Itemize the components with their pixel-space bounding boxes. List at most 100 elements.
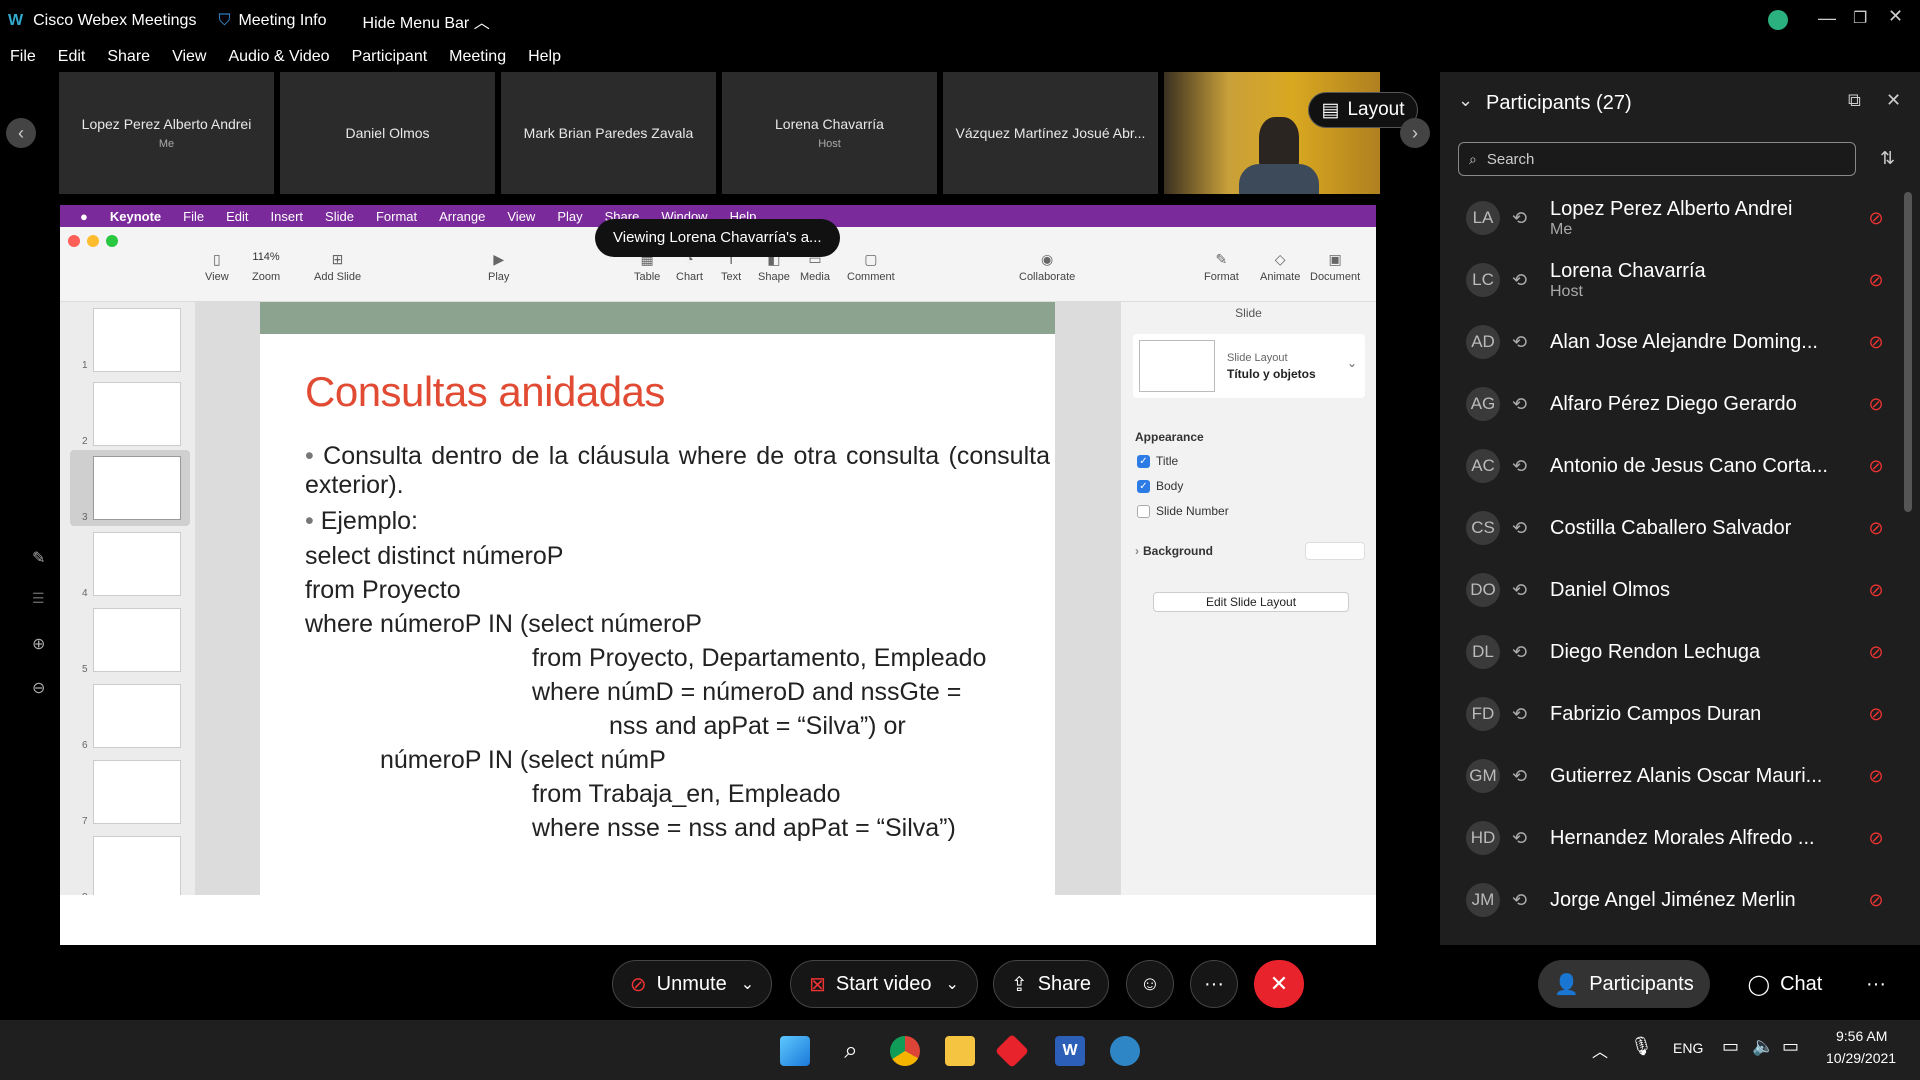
title-checkbox[interactable]: ✓ Title bbox=[1137, 454, 1178, 468]
search-input[interactable]: ⌕ Search bbox=[1458, 142, 1856, 176]
participant-row[interactable]: LA ⟲ Lopez Perez Alberto Andrei Me ⊘ bbox=[1466, 187, 1886, 249]
share-button[interactable]: ⇪ Share bbox=[993, 960, 1109, 1008]
participants-button[interactable]: 👤 Participants bbox=[1538, 960, 1710, 1008]
body-checkbox[interactable]: ✓ Body bbox=[1137, 479, 1183, 493]
sort-icon[interactable]: ⇅ bbox=[1880, 148, 1895, 169]
slide-number-checkbox[interactable]: Slide Number bbox=[1137, 504, 1229, 518]
toolbar-format[interactable]: ✎ Format bbox=[1204, 251, 1239, 283]
windows-start-icon[interactable] bbox=[780, 1036, 810, 1066]
self-video-feed[interactable] bbox=[1164, 72, 1380, 194]
keynote-menu-slide[interactable]: Slide bbox=[325, 209, 354, 224]
chat-button[interactable]: ◯ Chat bbox=[1730, 960, 1840, 1008]
chevron-up-icon[interactable]: ︿ bbox=[1592, 1038, 1608, 1062]
mic-muted-icon[interactable]: ⊘ bbox=[1866, 394, 1886, 415]
microphone-icon[interactable]: 🎙 bbox=[1630, 1036, 1653, 1057]
zoom-in-icon[interactable]: ⊕ bbox=[32, 634, 45, 654]
inspector-tab[interactable]: Slide bbox=[1121, 306, 1376, 320]
close-icon[interactable]: ✕ bbox=[1886, 90, 1901, 111]
toolbar-add-slide[interactable]: ⊞ Add Slide bbox=[314, 251, 361, 283]
toolbar-collaborate[interactable]: ◉ Collaborate bbox=[1019, 251, 1075, 283]
prev-thumbnails-button[interactable]: ‹ bbox=[6, 118, 36, 148]
start-video-button[interactable]: ⊠ Start video ⌄ bbox=[790, 960, 978, 1008]
mic-muted-icon[interactable]: ⊘ bbox=[1866, 208, 1886, 229]
slide-thumbnail[interactable] bbox=[93, 760, 181, 824]
keynote-menu-insert[interactable]: Insert bbox=[271, 209, 304, 224]
keynote-menu-view[interactable]: View bbox=[507, 209, 535, 224]
participant-row[interactable]: GM ⟲ Gutierrez Alanis Oscar Mauri... ⊘ bbox=[1466, 745, 1886, 807]
leave-meeting-button[interactable]: ✕ bbox=[1254, 960, 1304, 1008]
toolbar-animate[interactable]: ◇ Animate bbox=[1260, 251, 1300, 283]
more-options-button[interactable]: ··· bbox=[1190, 960, 1238, 1008]
app-red-icon[interactable] bbox=[995, 1034, 1029, 1068]
clock-time[interactable]: 9:56 AM bbox=[1836, 1028, 1887, 1044]
mic-muted-icon[interactable]: ⊘ bbox=[1866, 766, 1886, 787]
keynote-menu-format[interactable]: Format bbox=[376, 209, 417, 224]
toolbar-document[interactable]: ▣ Document bbox=[1310, 251, 1360, 283]
video-thumbnail[interactable]: Vázquez Martínez Josué Abr... bbox=[943, 72, 1158, 194]
keynote-menu-app[interactable]: Keynote bbox=[110, 209, 161, 224]
keynote-menu-play[interactable]: Play bbox=[557, 209, 582, 224]
mic-muted-icon[interactable]: ⊘ bbox=[1866, 580, 1886, 601]
restore-button[interactable]: ❐ bbox=[1853, 8, 1867, 28]
toolbar-comment[interactable]: ▢ Comment bbox=[847, 251, 895, 283]
participants-scrollbar[interactable] bbox=[1904, 192, 1912, 512]
participant-row[interactable]: CS ⟲ Costilla Caballero Salvador ⊘ bbox=[1466, 497, 1886, 559]
layout-button[interactable]: ▤ Layout bbox=[1308, 92, 1418, 128]
background-color-well[interactable] bbox=[1305, 542, 1365, 560]
search-icon[interactable]: ⌕ bbox=[836, 1036, 866, 1066]
webex-icon[interactable] bbox=[1110, 1036, 1140, 1066]
zoom-out-icon[interactable]: ⊖ bbox=[32, 678, 45, 698]
close-window-button[interactable]: ✕ bbox=[1888, 6, 1903, 27]
toolbar-play[interactable]: ▶ Play bbox=[488, 251, 509, 283]
slide-thumbnail[interactable] bbox=[93, 308, 181, 372]
participant-row[interactable]: FD ⟲ Fabrizio Campos Duran ⊘ bbox=[1466, 683, 1886, 745]
video-thumbnail[interactable]: Lorena Chavarría Host bbox=[722, 72, 937, 194]
reactions-button[interactable]: ☺ bbox=[1126, 960, 1174, 1008]
close-dot[interactable] bbox=[68, 235, 80, 247]
clock-date[interactable]: 10/29/2021 bbox=[1826, 1050, 1896, 1066]
menu-help[interactable]: Help bbox=[528, 48, 561, 66]
keynote-menu-file[interactable]: File bbox=[183, 209, 204, 224]
slide-thumbnail[interactable] bbox=[93, 836, 181, 900]
participant-row[interactable]: DL ⟲ Diego Rendon Lechuga ⊘ bbox=[1466, 621, 1886, 683]
menu-participant[interactable]: Participant bbox=[352, 48, 428, 66]
mic-muted-icon[interactable]: ⊘ bbox=[1866, 828, 1886, 849]
volume-icon[interactable]: 🔈 bbox=[1752, 1036, 1774, 1057]
menu-audio-video[interactable]: Audio & Video bbox=[228, 48, 329, 66]
menu-file[interactable]: File bbox=[10, 48, 36, 66]
mic-muted-icon[interactable]: ⊘ bbox=[1866, 270, 1886, 291]
minimize-dot[interactable] bbox=[87, 235, 99, 247]
word-icon[interactable]: W bbox=[1055, 1036, 1085, 1066]
video-thumbnail[interactable]: Lopez Perez Alberto Andrei Me bbox=[59, 72, 274, 194]
battery-icon[interactable]: ▭ bbox=[1782, 1036, 1799, 1057]
meeting-info-button[interactable]: Meeting Info bbox=[238, 12, 326, 30]
menu-share[interactable]: Share bbox=[107, 48, 150, 66]
participant-row[interactable]: AC ⟲ Antonio de Jesus Cano Corta... ⊘ bbox=[1466, 435, 1886, 497]
annotate-icon[interactable]: ✎ bbox=[32, 548, 45, 568]
zoom-dot[interactable] bbox=[106, 235, 118, 247]
mic-muted-icon[interactable]: ⊘ bbox=[1866, 890, 1886, 911]
mic-muted-icon[interactable]: ⊘ bbox=[1866, 518, 1886, 539]
participant-row[interactable]: AD ⟲ Alan Jose Alejandre Doming... ⊘ bbox=[1466, 311, 1886, 373]
next-thumbnails-button[interactable]: › bbox=[1400, 118, 1430, 148]
language-indicator[interactable]: ENG bbox=[1673, 1040, 1703, 1056]
toolbar-zoom[interactable]: 114% Zoom bbox=[252, 251, 280, 283]
chrome-icon[interactable] bbox=[890, 1036, 920, 1066]
menu-edit[interactable]: Edit bbox=[58, 48, 86, 66]
minimize-button[interactable]: — bbox=[1818, 8, 1836, 29]
slide-thumbnail[interactable] bbox=[93, 684, 181, 748]
slide-thumbnail[interactable] bbox=[93, 456, 181, 520]
participant-row[interactable]: AG ⟲ Alfaro Pérez Diego Gerardo ⊘ bbox=[1466, 373, 1886, 435]
toolbar-view[interactable]: ▯ View bbox=[205, 251, 229, 283]
slide-layout-picker[interactable]: Slide Layout Título y objetos ⌄ bbox=[1133, 334, 1365, 398]
chevron-down-icon[interactable]: ⌄ bbox=[1458, 90, 1473, 111]
current-slide[interactable]: Consultas anidadas • Consulta dentro de … bbox=[260, 302, 1055, 895]
slide-thumbnail[interactable] bbox=[93, 382, 181, 446]
participant-row[interactable]: DO ⟲ Daniel Olmos ⊘ bbox=[1466, 559, 1886, 621]
mic-muted-icon[interactable]: ⊘ bbox=[1866, 642, 1886, 663]
slide-thumbnail[interactable] bbox=[93, 608, 181, 672]
pointer-icon[interactable]: ☰ bbox=[32, 590, 45, 607]
video-thumbnail[interactable]: Daniel Olmos bbox=[280, 72, 495, 194]
mic-muted-icon[interactable]: ⊘ bbox=[1866, 456, 1886, 477]
hide-menu-bar-button[interactable]: Hide Menu Bar ︿ bbox=[363, 9, 490, 33]
